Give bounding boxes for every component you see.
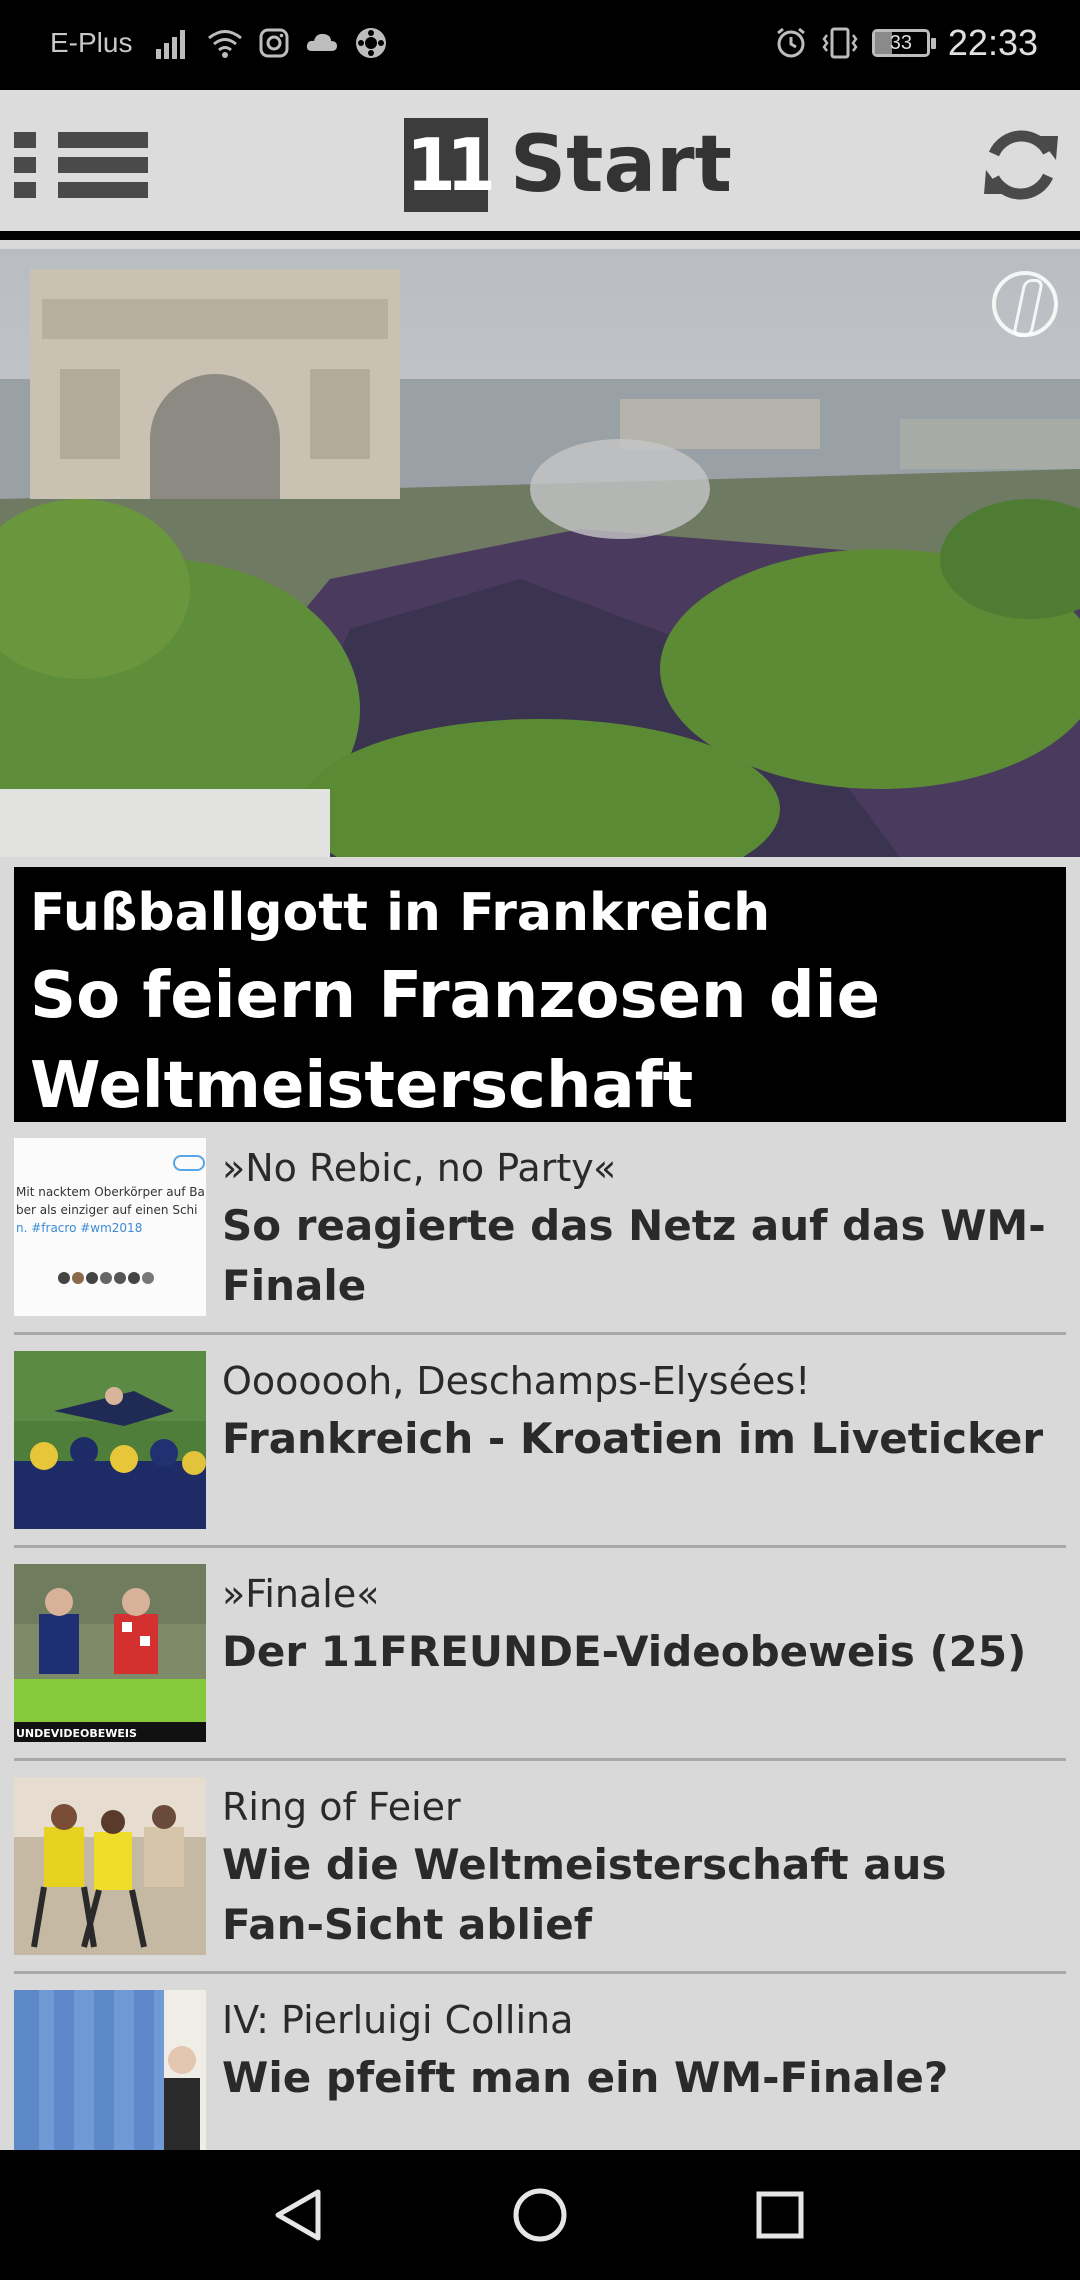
tweet-line: Mit nacktem Oberkörper auf Ba bbox=[16, 1185, 205, 1199]
article-title: Frankreich - Kroatien im Liveticker bbox=[222, 1414, 1044, 1463]
list-item[interactable]: UNDEVIDEOBEWEIS »Finale« Der 11FREUNDE-V… bbox=[14, 1548, 1066, 1761]
battery-icon: 33 bbox=[871, 29, 936, 57]
menu-icon-line bbox=[58, 132, 148, 148]
cloud-icon bbox=[307, 33, 338, 51]
clock: 22:33 bbox=[947, 22, 1038, 63]
back-icon[interactable] bbox=[264, 2180, 334, 2250]
status-bar: E-Plus 33 22:33 bbox=[0, 0, 1080, 90]
carrier-label: E-Plus bbox=[50, 27, 133, 58]
article-thumbnail: Mit nacktem Oberkörper auf Ba ber als ei… bbox=[14, 1138, 206, 1316]
article-title: Der 11FREUNDE-Videobeweis (25) bbox=[222, 1627, 1027, 1676]
battery-level: 33 bbox=[889, 32, 913, 54]
article-text: »Finale« Der 11FREUNDE-Videobeweis (25) bbox=[222, 1566, 1058, 1682]
article-text: Ooooooh, Deschamps-Elysées! Frankreich -… bbox=[222, 1353, 1058, 1469]
list-item[interactable]: Ooooooh, Deschamps-Elysées! Frankreich -… bbox=[14, 1335, 1066, 1548]
status-left: E-Plus bbox=[50, 26, 388, 60]
video-banner-label: UNDEVIDEOBEWEIS bbox=[16, 1727, 137, 1740]
article-list: Mit nacktem Oberkörper auf Ba ber als ei… bbox=[0, 1122, 1080, 2150]
hero-caption[interactable]: Fußballgott in Frankreich So feiern Fran… bbox=[14, 867, 1066, 1123]
article-thumbnail: UNDEVIDEOBEWEIS bbox=[14, 1564, 206, 1742]
tweet-line: ber als einziger auf einen Schi bbox=[16, 1203, 197, 1217]
list-item[interactable]: IV: Pierluigi Collina Wie pfeift man ein… bbox=[14, 1974, 1066, 2150]
article-title: So reagierte das Netz auf das WM-Finale bbox=[222, 1201, 1046, 1310]
menu-icon-dot bbox=[14, 182, 36, 198]
app-icon bbox=[356, 28, 387, 58]
status-right: 33 22:33 bbox=[774, 22, 1038, 64]
article-text: IV: Pierluigi Collina Wie pfeift man ein… bbox=[222, 1992, 1058, 2108]
wifi-icon bbox=[208, 30, 243, 58]
tweet-line: n. #fracro #wm2018 bbox=[16, 1221, 142, 1235]
hero-kicker: Fußballgott in Frankreich bbox=[30, 883, 771, 943]
menu-button[interactable] bbox=[14, 130, 150, 200]
system-nav-bar bbox=[0, 2150, 1080, 2280]
recents-icon[interactable] bbox=[745, 2180, 815, 2250]
article-title: Wie die Weltmeisterschaft aus Fan-Sicht … bbox=[222, 1840, 947, 1949]
menu-icon bbox=[14, 132, 36, 148]
article-thumbnail bbox=[14, 1777, 206, 1955]
page-title: Start bbox=[510, 120, 732, 210]
article-kicker: »Finale« bbox=[222, 1572, 380, 1616]
article-kicker: Ring of Feier bbox=[222, 1785, 461, 1829]
home-icon[interactable] bbox=[505, 2180, 575, 2250]
article-thumbnail bbox=[14, 1351, 206, 1529]
hero-image[interactable] bbox=[0, 249, 1080, 857]
article-text: Ring of Feier Wie die Weltmeisterschaft … bbox=[222, 1779, 1058, 1955]
menu-icon-line bbox=[58, 157, 148, 173]
article-kicker: »No Rebic, no Party« bbox=[222, 1146, 617, 1190]
signal-icon bbox=[156, 30, 186, 59]
instagram-icon bbox=[259, 28, 289, 58]
article-title: Wie pfeift man ein WM-Finale? bbox=[222, 2053, 949, 2102]
app-header: 11 Start bbox=[0, 90, 1080, 240]
article-text: »No Rebic, no Party« So reagierte das Ne… bbox=[222, 1140, 1058, 1316]
article-kicker: IV: Pierluigi Collina bbox=[222, 1998, 574, 2042]
watermark-icon bbox=[992, 271, 1058, 337]
arc-de-triomphe-photo bbox=[0, 249, 1080, 857]
refresh-icon[interactable] bbox=[978, 122, 1064, 208]
menu-icon-line bbox=[58, 182, 148, 198]
alarm-icon bbox=[776, 27, 805, 58]
menu-icon-dot bbox=[14, 157, 36, 173]
list-item[interactable]: Mit nacktem Oberkörper auf Ba ber als ei… bbox=[14, 1122, 1066, 1335]
header-brand: 11 Start bbox=[404, 118, 732, 212]
list-item[interactable]: Ring of Feier Wie die Weltmeisterschaft … bbox=[14, 1761, 1066, 1974]
article-kicker: Ooooooh, Deschamps-Elysées! bbox=[222, 1359, 811, 1403]
logo: 11 bbox=[404, 118, 496, 212]
vibrate-icon bbox=[822, 27, 858, 59]
article-thumbnail bbox=[14, 1990, 206, 2150]
hero-headline: So feiern Franzosen die Weltmeisterschaf… bbox=[30, 959, 880, 1123]
